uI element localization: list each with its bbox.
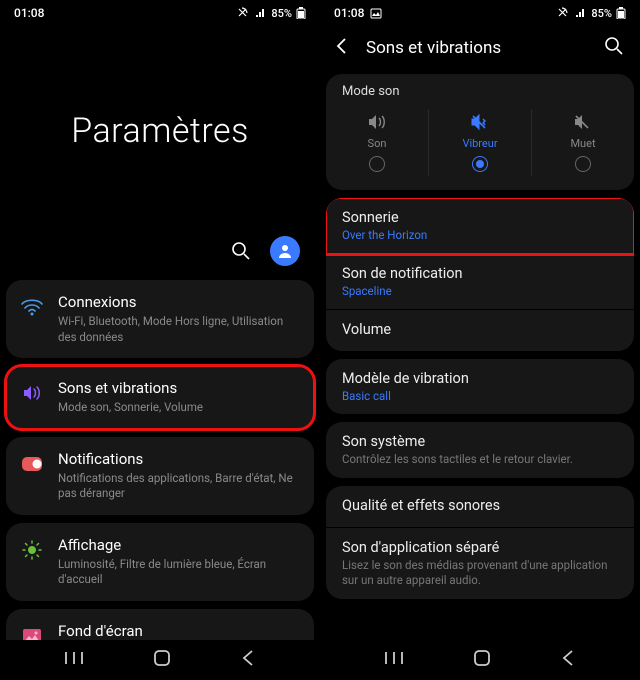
- radio-button: [575, 156, 591, 172]
- app-bar: Sons et vibrations: [320, 26, 640, 74]
- row-sound-quality[interactable]: Qualité et effets sonores: [326, 486, 634, 528]
- row-sub: Basic call: [342, 389, 618, 403]
- signal-icon: [255, 8, 267, 18]
- item-sub: Wi-Fi, Bluetooth, Mode Hors ligne, Utili…: [58, 314, 300, 345]
- settings-screen: 01:08 85% Paramètres Connexions: [0, 0, 320, 680]
- row-title: Son de notification: [342, 265, 618, 282]
- radio-button: [369, 156, 385, 172]
- settings-item-notifications[interactable]: Notifications Notifications des applicat…: [6, 437, 314, 515]
- back-button[interactable]: [561, 650, 575, 670]
- battery-icon: [296, 7, 306, 19]
- search-button[interactable]: [604, 36, 624, 60]
- home-button[interactable]: [473, 649, 491, 671]
- row-separate-app-sound[interactable]: Son d'application séparé Lisez le son de…: [326, 528, 634, 599]
- search-icon: [604, 36, 624, 56]
- row-volume[interactable]: Volume: [326, 310, 634, 351]
- sound-settings-section-3: Son système Contrôlez les sons tactiles …: [326, 422, 634, 478]
- item-sub: Mode son, Sonnerie, Volume: [58, 400, 300, 416]
- vibrate-silent-icon: [237, 7, 251, 19]
- recents-button[interactable]: [385, 650, 403, 670]
- mode-mute[interactable]: Muet: [532, 109, 634, 176]
- mode-sound[interactable]: Son: [326, 109, 429, 176]
- row-vibration-pattern[interactable]: Modèle de vibration Basic call: [326, 359, 634, 414]
- recents-button[interactable]: [65, 650, 83, 670]
- status-bar: 01:08 85%: [0, 0, 320, 26]
- search-icon: [231, 241, 251, 261]
- settings-item-fond-ecran[interactable]: Fond d'écran Fond d'écran d'accueil, Fon…: [6, 609, 314, 640]
- item-title: Notifications: [58, 450, 300, 468]
- item-title: Affichage: [58, 536, 300, 554]
- row-title: Modèle de vibration: [342, 370, 618, 387]
- back-button[interactable]: [334, 37, 348, 59]
- sounds-screen: 01:08 85% Sons et vibrations Mode son: [320, 0, 640, 680]
- status-icons: 85%: [237, 7, 306, 20]
- item-title: Connexions: [58, 293, 300, 311]
- mode-label: Vibreur: [462, 137, 497, 150]
- sound-mode-section: Mode son Son Vibreur Muet: [326, 74, 634, 190]
- battery-icon: [616, 7, 626, 19]
- settings-item-sons[interactable]: Sons et vibrations Mode son, Sonnerie, V…: [6, 366, 314, 429]
- row-sonnerie[interactable]: Sonnerie Over the Horizon: [326, 198, 634, 254]
- account-avatar[interactable]: [270, 236, 300, 266]
- item-sub: Notifications des applications, Barre d'…: [58, 471, 300, 502]
- page-title: Paramètres: [0, 26, 320, 236]
- row-title: Sonnerie: [342, 209, 618, 226]
- screenshot-icon: [370, 8, 382, 19]
- home-button[interactable]: [153, 649, 171, 671]
- status-bar: 01:08 85%: [320, 0, 640, 26]
- clock: 01:08: [334, 6, 364, 20]
- wallpaper-icon: [20, 624, 44, 640]
- mode-label: Muet: [570, 137, 595, 150]
- row-title: Son système: [342, 433, 618, 450]
- settings-list: Connexions Wi-Fi, Bluetooth, Mode Hors l…: [0, 280, 320, 640]
- vibrate-icon: [470, 113, 490, 131]
- back-button[interactable]: [241, 650, 255, 670]
- speaker-icon: [367, 113, 387, 131]
- row-notification-sound[interactable]: Son de notification Spaceline: [326, 254, 634, 310]
- row-title: Volume: [342, 321, 618, 338]
- item-title: Fond d'écran: [58, 622, 300, 640]
- row-sub: Over the Horizon: [342, 228, 618, 242]
- status-icons: 85%: [557, 7, 626, 20]
- vibrate-silent-icon: [557, 7, 571, 19]
- signal-icon: [575, 8, 587, 18]
- settings-item-affichage[interactable]: Affichage Luminosité, Filtre de lumière …: [6, 523, 314, 601]
- row-title: Qualité et effets sonores: [342, 497, 618, 514]
- section-label: Mode son: [326, 74, 634, 105]
- settings-item-connexions[interactable]: Connexions Wi-Fi, Bluetooth, Mode Hors l…: [6, 280, 314, 358]
- status-left: 01:08: [334, 6, 382, 20]
- battery-percent: 85%: [271, 7, 292, 20]
- notification-icon: [20, 452, 44, 476]
- item-title: Sons et vibrations: [58, 379, 300, 397]
- clock: 01:08: [14, 6, 44, 20]
- search-button[interactable]: [230, 240, 252, 262]
- row-system-sound[interactable]: Son système Contrôlez les sons tactiles …: [326, 422, 634, 478]
- screen-title: Sons et vibrations: [366, 38, 586, 58]
- row-sub: Contrôlez les sons tactiles et le retour…: [342, 452, 618, 467]
- sound-settings-section-4: Qualité et effets sonores Son d'applicat…: [326, 486, 634, 599]
- sound-settings-section-1: Sonnerie Over the Horizon Son de notific…: [326, 198, 634, 351]
- mode-vibrate[interactable]: Vibreur: [429, 109, 532, 176]
- person-icon: [277, 243, 293, 259]
- battery-percent: 85%: [591, 7, 612, 20]
- radio-button: [472, 156, 488, 172]
- mute-icon: [573, 113, 593, 131]
- row-sub: Spaceline: [342, 284, 618, 298]
- navigation-bar: [0, 640, 320, 680]
- sound-icon: [20, 381, 44, 405]
- display-icon: [20, 538, 44, 562]
- chevron-left-icon: [334, 37, 348, 55]
- navigation-bar: [320, 640, 640, 680]
- sound-settings-section-2: Modèle de vibration Basic call: [326, 359, 634, 414]
- item-sub: Luminosité, Filtre de lumière bleue, Écr…: [58, 557, 300, 588]
- wifi-icon: [20, 295, 44, 319]
- mode-label: Son: [368, 137, 387, 150]
- row-title: Son d'application séparé: [342, 539, 618, 556]
- row-sub: Lisez le son des médias provenant d'une …: [342, 558, 618, 588]
